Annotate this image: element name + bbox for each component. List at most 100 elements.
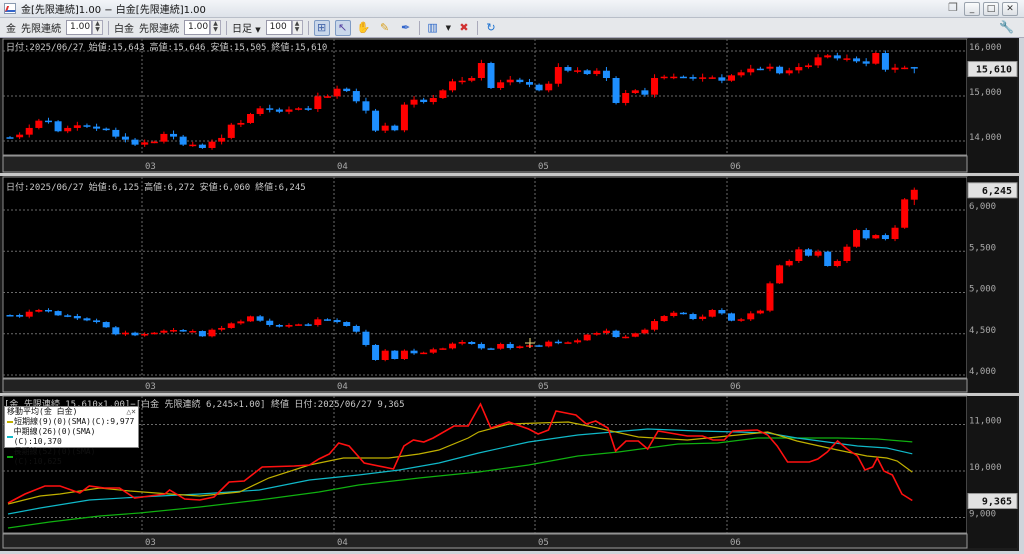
chevron-down-icon[interactable]: ▼ bbox=[446, 24, 451, 32]
candle-body bbox=[612, 330, 620, 338]
symbol2-label[interactable]: 白金 bbox=[114, 20, 134, 35]
indicator-icon[interactable]: ▥ bbox=[425, 20, 441, 36]
y-tick-label: 5,500 bbox=[969, 243, 996, 253]
panel-divider bbox=[0, 173, 1020, 176]
contract2-label[interactable]: 先限連続 bbox=[139, 20, 179, 35]
x-tick-label: 06 bbox=[730, 382, 741, 392]
candle-body bbox=[121, 332, 129, 335]
candle-body bbox=[73, 125, 81, 128]
header-high: 高値:6,272 bbox=[144, 183, 195, 193]
candle-body bbox=[516, 79, 524, 83]
candle-body bbox=[785, 70, 793, 74]
refresh-icon[interactable]: ↻ bbox=[483, 20, 499, 36]
candle bbox=[583, 333, 591, 341]
candle-body bbox=[670, 312, 678, 317]
candle-body bbox=[583, 334, 591, 341]
candle-body bbox=[824, 55, 832, 58]
candle-body bbox=[843, 58, 851, 60]
legend-close-icon[interactable]: △× bbox=[126, 407, 136, 417]
close-button[interactable]: ✕ bbox=[1002, 2, 1018, 16]
candle-body bbox=[689, 314, 697, 319]
multiplier1-spinner[interactable]: ▲ ▼ bbox=[92, 20, 103, 35]
chart-canvas[interactable]: 16,000 15,000 14,000 03 04 05 06 15,610 6,000 5,5… bbox=[0, 0, 1024, 554]
candle-body bbox=[862, 230, 870, 239]
candle bbox=[901, 197, 909, 229]
tile-windows-icon[interactable]: ❐ bbox=[945, 2, 961, 16]
candle-body bbox=[295, 324, 303, 326]
bar-count-input[interactable]: 100 bbox=[265, 20, 292, 35]
candle-body bbox=[737, 72, 745, 76]
candle-body bbox=[237, 321, 245, 324]
multiplier2-input[interactable]: 1.00 bbox=[184, 20, 210, 35]
candle-body bbox=[593, 333, 601, 335]
multiplier2-spinner[interactable]: ▲ ▼ bbox=[210, 20, 221, 35]
candle bbox=[824, 250, 832, 267]
candle-body bbox=[372, 110, 380, 131]
candle-body bbox=[304, 324, 312, 326]
candle-body bbox=[872, 53, 880, 64]
candle-body bbox=[651, 78, 659, 95]
candle-body bbox=[487, 63, 495, 88]
candle bbox=[247, 112, 254, 124]
candle-body bbox=[54, 311, 62, 316]
title-bar: 金[先限連続]1.00 − 白金[先限連続]1.00 ❐ _ □ ✕ bbox=[0, 0, 1024, 18]
candle-body bbox=[208, 329, 216, 337]
pencil-icon[interactable]: ✎ bbox=[377, 20, 393, 36]
candle-body bbox=[525, 345, 533, 347]
candle-body bbox=[564, 342, 572, 344]
candle-body bbox=[266, 108, 274, 110]
candle-body bbox=[189, 144, 197, 147]
candle-body bbox=[391, 125, 399, 131]
candle-body bbox=[420, 99, 428, 103]
chart-layout-icon[interactable]: ⊞ bbox=[313, 19, 330, 36]
wrench-icon[interactable]: 🔧 bbox=[999, 20, 1014, 34]
bar-count-spinner[interactable]: ▲ ▼ bbox=[291, 20, 303, 35]
candle-body bbox=[160, 330, 168, 333]
period-select[interactable]: 日足 ▼ bbox=[232, 20, 261, 35]
candle-body bbox=[333, 88, 341, 97]
hand-icon[interactable]: ✋ bbox=[356, 20, 372, 36]
candle-body bbox=[747, 68, 755, 73]
contract1-label[interactable]: 先限連続 bbox=[21, 20, 61, 35]
candle bbox=[612, 329, 620, 338]
legend-title: 移動平均(金 白金) bbox=[7, 407, 78, 416]
candle-body bbox=[247, 114, 254, 123]
x-tick-label: 04 bbox=[337, 538, 348, 548]
maximize-button[interactable]: □ bbox=[983, 2, 999, 16]
candle-body bbox=[256, 316, 264, 321]
minimize-button[interactable]: _ bbox=[964, 2, 980, 16]
candle-body bbox=[708, 77, 716, 79]
candle-body bbox=[429, 349, 437, 353]
candle-body bbox=[112, 327, 120, 335]
multiplier1-input[interactable]: 1.00 bbox=[66, 20, 92, 35]
candle-body bbox=[535, 345, 543, 347]
candle-body bbox=[766, 283, 774, 311]
candle-body bbox=[881, 53, 889, 70]
candle-body bbox=[487, 348, 495, 350]
candle bbox=[208, 328, 216, 338]
pen-icon[interactable]: ✒ bbox=[398, 20, 414, 36]
candle-body bbox=[285, 109, 293, 112]
cursor-icon[interactable]: ↖ bbox=[334, 19, 351, 36]
header-date: 日付:2025/06/27 bbox=[6, 43, 84, 53]
candle-body bbox=[64, 315, 72, 317]
candle-body bbox=[391, 350, 399, 359]
candle-body bbox=[400, 350, 408, 359]
candle-body bbox=[266, 320, 274, 326]
candle-body bbox=[160, 133, 168, 142]
candle-body bbox=[400, 104, 408, 131]
candle-body bbox=[545, 341, 553, 347]
symbol1-label[interactable]: 金 bbox=[6, 20, 16, 35]
candle-body bbox=[83, 125, 91, 127]
delete-chart-icon[interactable]: ✖ bbox=[456, 20, 472, 36]
candle-body bbox=[766, 66, 774, 69]
candle-body bbox=[564, 67, 572, 71]
moving-average-legend[interactable]: 移動平均(金 白金) △× 短期線(9)(0)(SMA)(C):9,977 中期… bbox=[4, 406, 139, 466]
legend-item-sma9: 短期線(9)(0)(SMA)(C):9,977 bbox=[7, 417, 136, 427]
candle-body bbox=[218, 137, 226, 142]
candle-body bbox=[44, 309, 52, 312]
candle-body bbox=[602, 330, 610, 334]
candle-body bbox=[6, 315, 14, 317]
header-open: 始値:6,125 bbox=[88, 183, 140, 193]
candle-body bbox=[420, 352, 428, 355]
